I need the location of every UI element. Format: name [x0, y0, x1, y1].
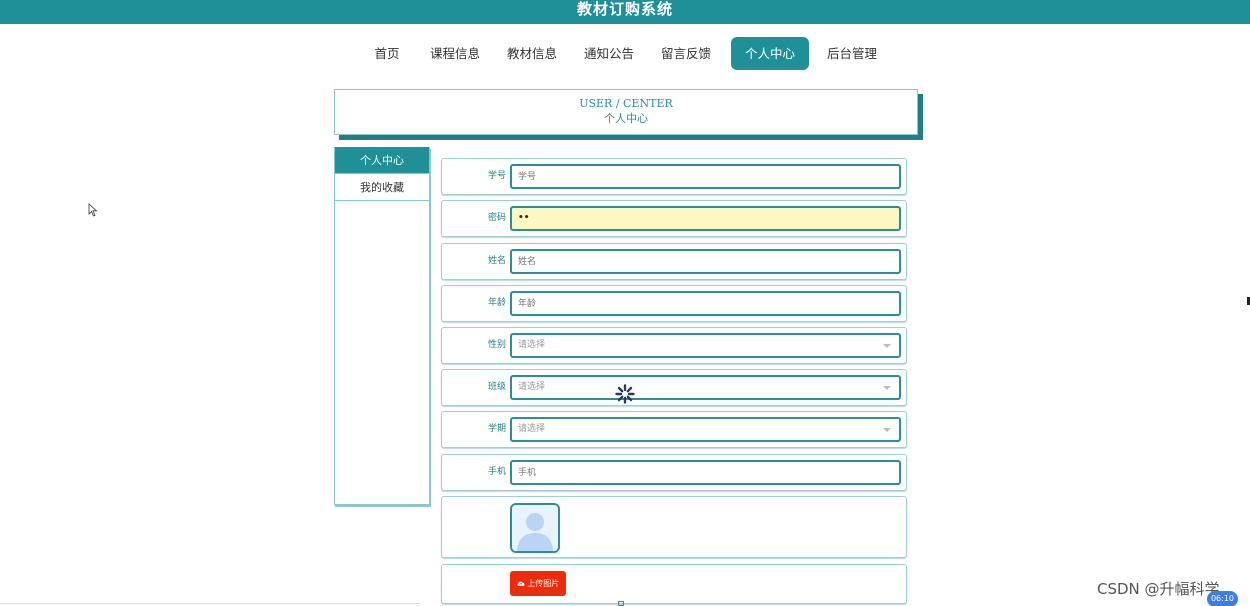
- chevron-down-icon: [883, 386, 891, 390]
- upload-image-label: 上传图片: [527, 579, 560, 588]
- semester-label: 学期: [487, 424, 506, 434]
- age-label: 年龄: [487, 298, 506, 308]
- watermark-text: CSDN @升幅科学: [1097, 580, 1220, 598]
- form-row-gender: 性别 请选择: [441, 327, 907, 364]
- name-input[interactable]: [510, 249, 901, 274]
- sidebar-item-personal-center[interactable]: 个人中心: [335, 147, 429, 174]
- nav-notices[interactable]: 通知公告: [579, 37, 639, 70]
- phone-label: 手机: [487, 467, 506, 477]
- form-row-phone: 手机: [441, 454, 907, 491]
- semester-select-value: 请选择: [518, 424, 546, 434]
- main-nav: 首页 课程信息 教材信息 通知公告 留言反馈 个人中心 后台管理: [0, 37, 1250, 70]
- name-label: 姓名: [487, 256, 506, 266]
- avatar-placeholder-icon: [510, 503, 560, 553]
- bottom-divider: [0, 603, 420, 604]
- gender-label: 性别: [487, 340, 506, 350]
- nav-course-info[interactable]: 课程信息: [425, 37, 485, 70]
- form-row-class: 班级 请选择: [441, 369, 907, 406]
- student-id-label: 学号: [487, 171, 506, 181]
- section-header-zh: 个人中心: [604, 112, 648, 125]
- password-input[interactable]: ••: [510, 206, 901, 231]
- form-row-student-id: 学号: [441, 158, 907, 195]
- class-select-value: 请选择: [518, 382, 546, 392]
- nav-feedback[interactable]: 留言反馈: [656, 37, 716, 70]
- loading-spinner-icon: [615, 384, 635, 404]
- title-bar: 教材订购系统: [0, 0, 1250, 24]
- app-title: 教材订购系统: [576, 0, 673, 18]
- nav-admin[interactable]: 后台管理: [822, 37, 882, 70]
- form-row-age: 年龄: [441, 285, 907, 322]
- form-row-avatar: [441, 496, 907, 558]
- resize-handle: [618, 601, 624, 606]
- password-label: 密码: [487, 213, 506, 223]
- age-input[interactable]: [510, 291, 901, 316]
- time-badge: 06:10: [1207, 591, 1238, 606]
- nav-textbook-info[interactable]: 教材信息: [502, 37, 562, 70]
- gender-select[interactable]: 请选择: [510, 333, 901, 358]
- phone-input[interactable]: [510, 460, 901, 485]
- form-row-name: 姓名: [441, 243, 907, 280]
- section-header-en: USER / CENTER: [579, 97, 673, 110]
- mouse-pointer-icon: [88, 203, 98, 217]
- cloud-upload-icon: [517, 581, 525, 586]
- nav-home[interactable]: 首页: [367, 37, 407, 70]
- form-row-semester: 学期 请选择: [441, 411, 907, 448]
- semester-select[interactable]: 请选择: [510, 417, 901, 442]
- class-select[interactable]: 请选择: [510, 375, 901, 400]
- chevron-down-icon: [883, 428, 891, 432]
- gender-select-value: 请选择: [518, 340, 546, 350]
- upload-image-button[interactable]: 上传图片: [510, 571, 566, 596]
- form-row-upload: 上传图片: [441, 564, 907, 604]
- section-header: USER / CENTER 个人中心: [334, 89, 918, 135]
- class-label: 班级: [487, 382, 506, 392]
- student-id-input[interactable]: [510, 164, 901, 189]
- nav-personal-center[interactable]: 个人中心: [731, 37, 809, 70]
- chevron-down-icon: [883, 344, 891, 348]
- form-row-password: 密码 ••: [441, 200, 907, 237]
- sidebar-item-favorites[interactable]: 我的收藏: [335, 174, 429, 201]
- sidebar: 个人中心 我的收藏: [334, 147, 430, 505]
